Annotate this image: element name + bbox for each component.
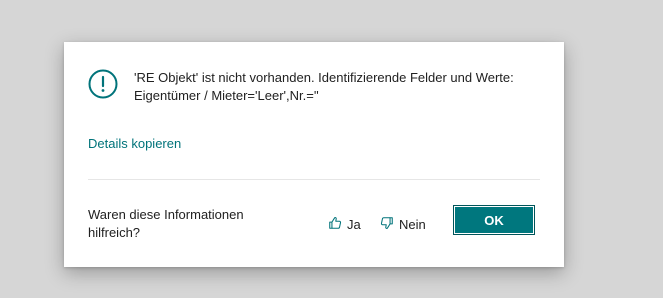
message-dialog: 'RE Objekt' ist nicht vorhanden. Identif… [64, 42, 564, 267]
thumbs-down-icon [380, 216, 399, 233]
feedback-yes-button[interactable]: Ja [328, 215, 361, 233]
message-text: 'RE Objekt' ist nicht vorhanden. Identif… [134, 69, 544, 105]
feedback-no-button[interactable]: Nein [380, 215, 426, 233]
ok-button[interactable]: OK [453, 205, 535, 235]
feedback-question-line-1: Waren diese Informationen [88, 207, 244, 222]
message-line-2: Eigentümer / Mieter='Leer',Nr.='' [134, 88, 319, 103]
thumbs-up-icon [328, 216, 347, 233]
message-row: 'RE Objekt' ist nicht vorhanden. Identif… [88, 67, 544, 107]
feedback-no-label: Nein [399, 216, 426, 232]
info-icon [88, 69, 118, 99]
message-line-1: 'RE Objekt' ist nicht vorhanden. Identif… [134, 70, 514, 85]
feedback-question: Waren diese Informationen hilfreich? [88, 206, 244, 242]
copy-details-link[interactable]: Details kopieren [88, 135, 181, 153]
feedback-question-line-2: hilfreich? [88, 225, 141, 240]
feedback-yes-label: Ja [347, 216, 361, 232]
divider [88, 179, 540, 180]
